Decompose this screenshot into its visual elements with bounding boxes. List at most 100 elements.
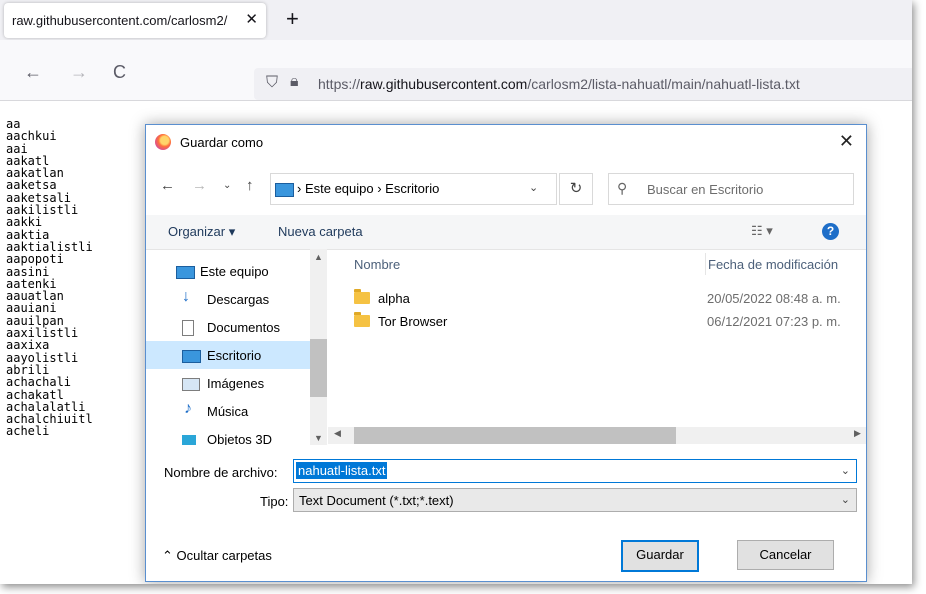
type-value: Text Document (*.txt;*.text) [299, 493, 454, 508]
forward-arrow-icon[interactable]: → [192, 177, 207, 194]
word-line: aauiani [6, 301, 57, 316]
firefox-icon [155, 134, 171, 150]
search-placeholder: Buscar en Escritorio [647, 182, 764, 197]
breadcrumb[interactable]: › Este equipo › Escritorio ⌄ [270, 173, 557, 205]
scrollbar-thumb[interactable] [354, 427, 676, 444]
nav-item-imagenes[interactable]: Imágenes [146, 369, 310, 397]
reload-button[interactable]: C [113, 62, 126, 83]
word-line: aaxixa [6, 338, 50, 353]
nav-item-label: Descargas [207, 292, 270, 307]
word-line: aakki [6, 215, 43, 230]
new-tab-button[interactable]: + [286, 6, 299, 32]
nav-item-label: Música [207, 404, 249, 419]
nav-item-label: Imágenes [207, 376, 265, 391]
file-list: Nombre Fecha de modificación alpha 20/05… [328, 249, 866, 435]
file-date: 20/05/2022 08:48 a. m. [707, 291, 841, 306]
file-row[interactable]: Tor Browser 06/12/2021 07:23 p. m. [328, 310, 866, 332]
organize-button[interactable]: Organizar ▾ [168, 224, 235, 240]
url-text[interactable]: https://raw.githubusercontent.com/carlos… [318, 76, 800, 92]
file-name: Tor Browser [378, 314, 448, 329]
back-arrow-icon[interactable]: ← [160, 177, 175, 194]
nav-pane-scrollbar[interactable]: ▲ ▼ [310, 249, 327, 445]
search-icon: ⚲ [617, 180, 628, 196]
nav-item-label: Escritorio [207, 348, 262, 363]
command-bar: Organizar ▾ Nueva carpeta ☷ ▾ ? [146, 215, 866, 250]
nav-item-escritorio[interactable]: Escritorio [146, 341, 310, 369]
page-text-content: aa aachkui aai aakatl aakatlan aaketsa aaketsa… [6, 118, 93, 438]
hide-folders-toggle[interactable]: ⌃ Ocultar carpetas [162, 548, 272, 564]
tab-title: raw.githubusercontent.com/carlosm2/ [12, 13, 228, 28]
shield-icon[interactable]: ⛉ [266, 74, 278, 92]
view-options-icon[interactable]: ☷ ▾ [751, 223, 773, 239]
search-input[interactable]: ⚲ Buscar en Escritorio [608, 173, 854, 205]
dialog-title: Guardar como [180, 135, 264, 150]
computer-icon [176, 266, 195, 279]
new-folder-button[interactable]: Nueva carpeta [278, 224, 363, 239]
folder-icon [354, 312, 370, 327]
filename-value[interactable]: nahuatl-lista.txt [296, 462, 388, 479]
type-label: Tipo: [260, 494, 289, 509]
forward-button[interactable]: → [70, 62, 88, 83]
up-arrow-icon[interactable]: ↑ [246, 177, 254, 194]
browser-tab[interactable]: raw.githubusercontent.com/carlosm2/ ✕ [4, 3, 266, 38]
save-as-dialog: Guardar como ✕ ← → ⌄ ↑ › Este equipo › E… [145, 124, 867, 582]
file-list-hscrollbar[interactable]: ◀ ▶ [328, 427, 866, 444]
music-icon: ♪ [184, 400, 192, 417]
nav-item-label: Documentos [207, 320, 280, 335]
file-row[interactable]: alpha 20/05/2022 08:48 a. m. [328, 287, 866, 309]
word-line: acheli [6, 424, 50, 439]
pictures-icon [182, 378, 200, 391]
dialog-titlebar: Guardar como ✕ [146, 125, 866, 159]
type-select[interactable]: Text Document (*.txt;*.text) ⌄ [293, 488, 857, 512]
column-header-name[interactable]: Nombre [354, 257, 400, 272]
navigation-pane: Este equipo ↓ Descargas Documentos Escri… [146, 249, 327, 445]
filename-label: Nombre de archivo: [164, 465, 278, 480]
address-row: ← → ⌄ ↑ › Este equipo › Escritorio ⌄ ↻ ⚲… [146, 167, 866, 207]
scroll-right-icon[interactable]: ▶ [854, 428, 861, 439]
navigation-toolbar: ← → C ⛉ 🔒︎ https://raw.githubusercontent… [0, 40, 912, 101]
url-bar[interactable]: ⛉ 🔒︎ https://raw.githubusercontent.com/c… [254, 68, 912, 100]
chevron-down-icon[interactable]: ⌄ [841, 493, 850, 506]
dialog-close-button[interactable]: ✕ [839, 131, 854, 152]
nav-item-musica[interactable]: ♪ Música [146, 397, 310, 425]
word-line: aaketsa [6, 178, 57, 193]
word-line: aasini [6, 264, 50, 279]
document-icon [182, 320, 194, 336]
tab-close-icon[interactable]: ✕ [245, 10, 258, 28]
folder-icon [354, 289, 370, 304]
download-icon: ↓ [182, 288, 190, 305]
file-name: alpha [378, 291, 410, 306]
save-button[interactable]: Guardar [621, 540, 699, 572]
filename-field[interactable]: nahuatl-lista.txt ⌄ [293, 459, 857, 483]
nav-item-descargas[interactable]: ↓ Descargas [146, 285, 310, 313]
chevron-down-icon[interactable]: ⌄ [841, 464, 850, 477]
browser-window: raw.githubusercontent.com/carlosm2/ ✕ + … [0, 0, 912, 584]
scroll-down-icon[interactable]: ▼ [314, 433, 323, 443]
file-date: 06/12/2021 07:23 p. m. [707, 314, 841, 329]
nav-item-objetos-3d[interactable]: Objetos 3D [146, 425, 310, 445]
scrollbar-thumb[interactable] [310, 339, 327, 397]
scroll-left-icon[interactable]: ◀ [334, 428, 341, 439]
word-line: aachkui [6, 129, 57, 144]
scroll-up-icon[interactable]: ▲ [314, 252, 323, 262]
nav-item-este-equipo[interactable]: Este equipo [146, 257, 310, 285]
column-divider[interactable] [705, 253, 706, 275]
column-header-date[interactable]: Fecha de modificación [708, 257, 838, 272]
word-line: achachali [6, 375, 72, 390]
refresh-button[interactable]: ↻ [559, 173, 593, 205]
breadcrumb-path[interactable]: › Este equipo › Escritorio [297, 181, 439, 196]
desktop-icon [182, 350, 201, 363]
cancel-button[interactable]: Cancelar [737, 540, 834, 570]
back-button[interactable]: ← [24, 62, 42, 83]
objects3d-icon [182, 435, 196, 445]
nav-item-documentos[interactable]: Documentos [146, 313, 310, 341]
recent-dropdown-icon[interactable]: ⌄ [223, 180, 231, 191]
nav-item-label: Objetos 3D [207, 432, 273, 445]
help-icon[interactable]: ? [822, 223, 839, 240]
computer-icon [275, 183, 294, 197]
lock-icon[interactable]: 🔒︎ [290, 73, 299, 91]
nav-item-label: Este equipo [200, 264, 269, 279]
word-line: aapopoti [6, 252, 64, 267]
word-line: achakatl [6, 387, 64, 402]
chevron-down-icon[interactable]: ⌄ [529, 181, 538, 194]
